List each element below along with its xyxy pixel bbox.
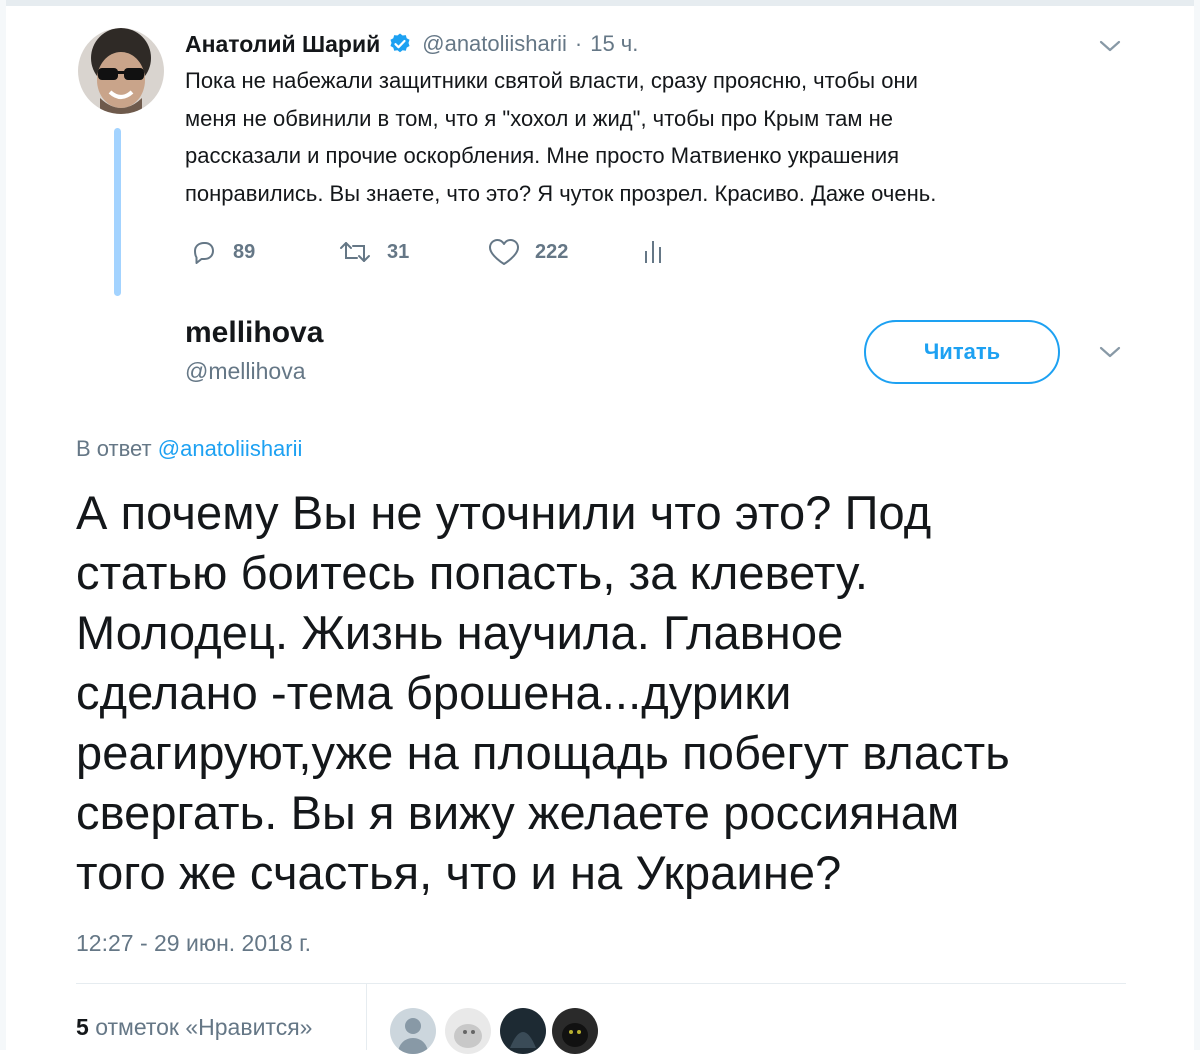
reply-tweet-menu-chevron-down-icon[interactable] [1098, 340, 1122, 364]
parent-tweet-time[interactable]: 15 ч. [590, 31, 638, 57]
liker-avatar-2[interactable] [445, 1008, 491, 1054]
right-frame [1194, 0, 1200, 1050]
reply-count: 89 [233, 240, 256, 263]
parent-author-name[interactable]: Анатолий Шарий [185, 31, 380, 58]
cat-photo-icon [445, 1008, 491, 1054]
header-separator: · [574, 31, 583, 56]
dark-photo-icon [500, 1008, 546, 1054]
reply-context: В ответ @anatoliisharii [76, 436, 302, 462]
reply-author-handle[interactable]: @mellihova [185, 358, 306, 385]
parent-tweet-header: Анатолий Шарий @anatoliisharii · 15 ч. [185, 26, 1105, 62]
liker-avatar-1[interactable] [390, 1008, 436, 1054]
top-border [0, 0, 1200, 6]
likes-stat-label: отметок «Нравится» [95, 1014, 313, 1040]
left-frame [0, 0, 6, 1050]
parent-tweet-actions: 89 31 222 [185, 230, 705, 274]
verified-badge-icon [390, 33, 410, 53]
retweet-action[interactable]: 31 [337, 230, 409, 274]
reply-to-prefix: В ответ [76, 436, 152, 461]
reply-icon [194, 242, 214, 264]
likes-stat-count: 5 [76, 1014, 89, 1040]
thread-connector-line [114, 128, 121, 296]
stats-divider [76, 983, 1126, 984]
like-count: 222 [535, 240, 569, 263]
like-action[interactable]: 222 [487, 230, 568, 274]
likes-stat[interactable]: 5 отметок «Нравится» [76, 1014, 312, 1041]
reply-tweet-text: А почему Вы не уточнили что это? Под ста… [76, 486, 1010, 899]
black-cat-icon [552, 1008, 598, 1054]
heart-icon [489, 239, 519, 265]
parent-author-handle[interactable]: @anatoliisharii [422, 31, 567, 57]
reply-author-name[interactable]: mellihova [185, 316, 323, 350]
avatar-photo-icon [78, 28, 164, 114]
stats-vertical-divider [366, 984, 367, 1050]
liker-avatar-4[interactable] [552, 1008, 598, 1054]
retweet-count: 31 [387, 240, 410, 263]
follow-button[interactable]: Читать [864, 320, 1060, 384]
analytics-bars-icon [645, 241, 661, 263]
reply-action[interactable]: 89 [189, 230, 255, 274]
liker-avatar-3[interactable] [500, 1008, 546, 1054]
reply-tweet-timestamp[interactable]: 12:27 - 29 июн. 2018 г. [76, 930, 311, 957]
parent-tweet-menu-chevron-down-icon[interactable] [1098, 34, 1122, 58]
reply-to-handle-link[interactable]: @anatoliisharii [158, 436, 303, 461]
default-user-icon [390, 1008, 436, 1054]
retweet-icon [340, 242, 370, 262]
parent-tweet-text: Пока не набежали защитники святой власти… [185, 68, 937, 206]
analytics-action[interactable] [641, 230, 665, 274]
parent-author-avatar[interactable] [78, 28, 164, 114]
